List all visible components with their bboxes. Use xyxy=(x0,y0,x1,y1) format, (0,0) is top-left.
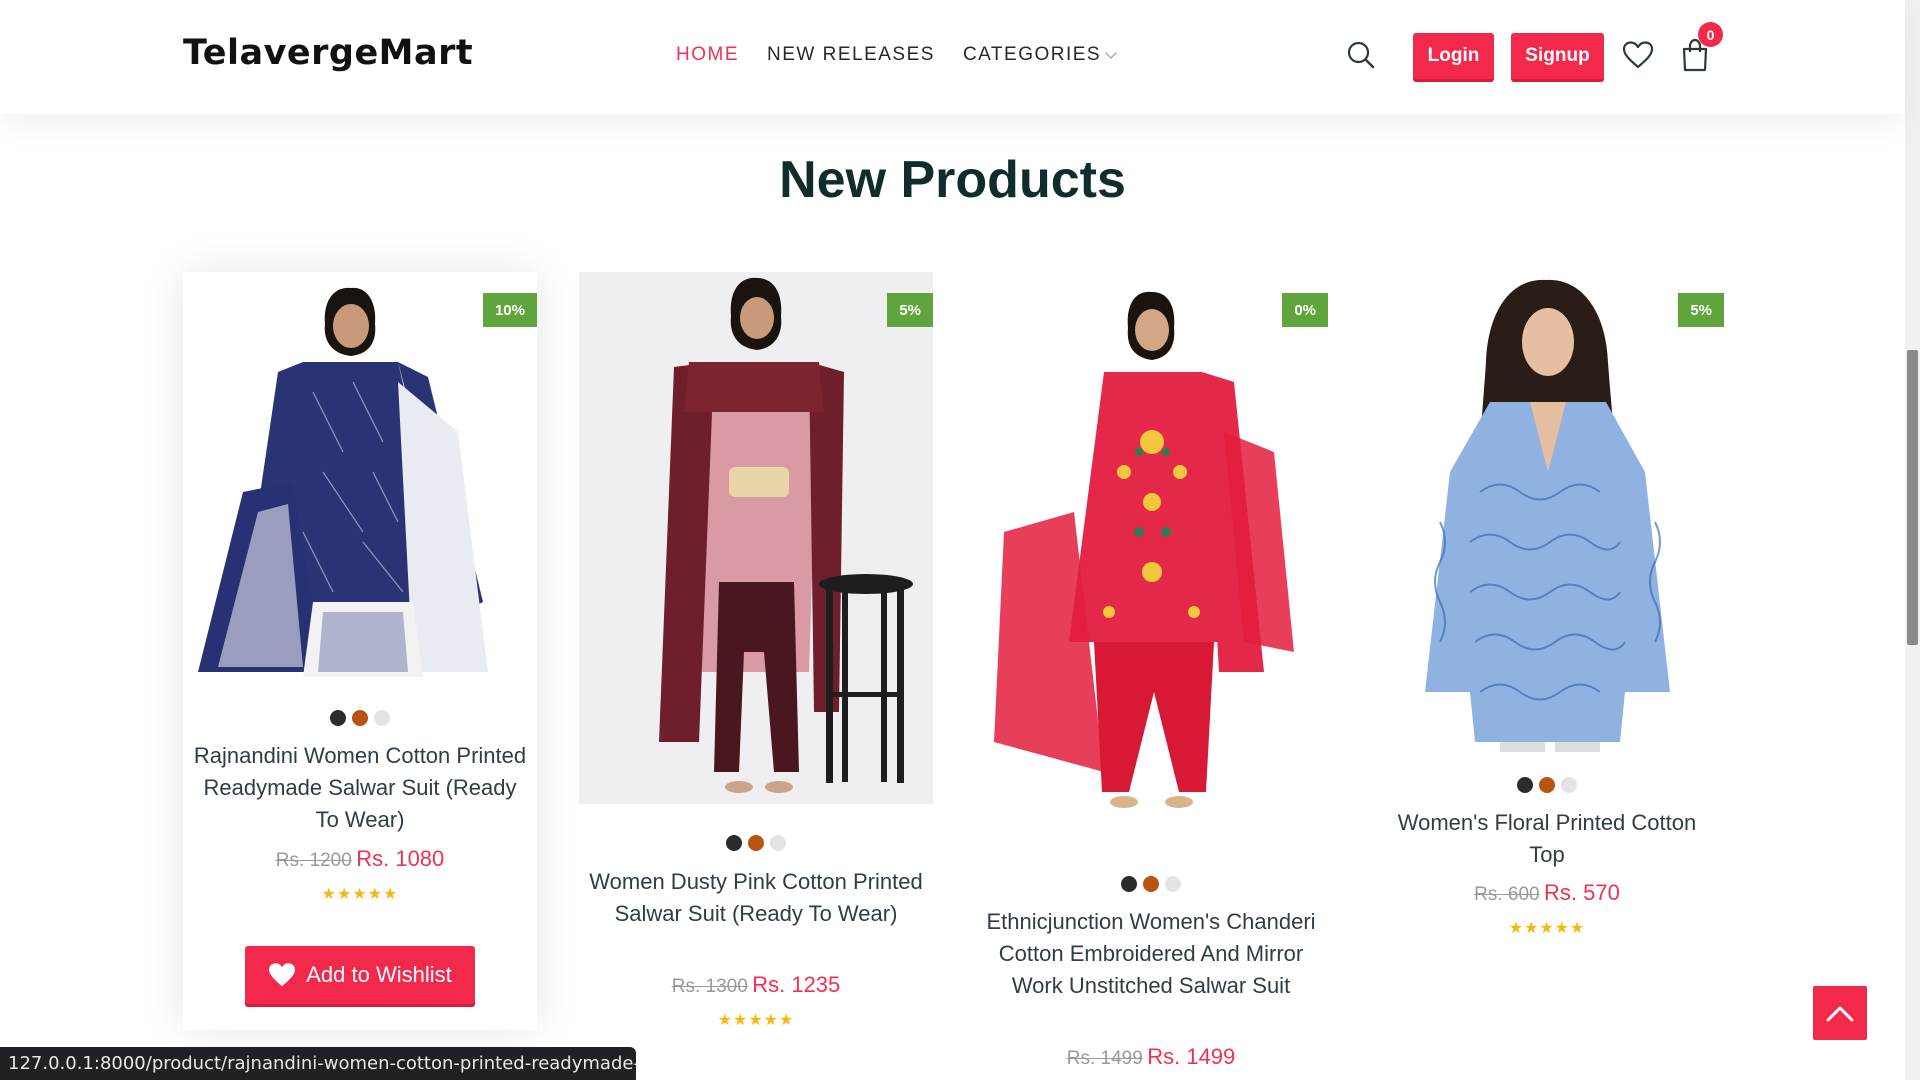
original-price: Rs. 1499 xyxy=(1066,1048,1143,1069)
browser-status-url: 127.0.0.1:8000/product/rajnandini-women-… xyxy=(0,1047,636,1080)
color-swatch-black[interactable] xyxy=(1517,777,1533,793)
chevron-up-icon xyxy=(1826,1006,1854,1022)
color-swatches xyxy=(183,710,537,726)
product-card[interactable]: 5% Women's Floral Printed Cotton Top Rs.… xyxy=(1370,272,1724,952)
sale-price: Rs. 1499 xyxy=(1147,1044,1236,1069)
login-button[interactable]: Login xyxy=(1413,33,1494,79)
product-price: Rs. 1200 Rs. 1080 xyxy=(183,846,537,872)
color-swatch-white[interactable] xyxy=(770,835,786,851)
sale-price: Rs. 1080 xyxy=(356,846,445,871)
rating-stars: ★★★★★ xyxy=(321,884,399,903)
color-swatch-black[interactable] xyxy=(1121,876,1137,892)
product-card[interactable]: 5% Women Dusty Pink Cotton Printed Salwa… xyxy=(579,272,933,1029)
main-nav: HOME NEW RELEASES CATEGORIES xyxy=(676,44,1143,66)
heart-icon xyxy=(269,963,296,987)
product-image[interactable]: 0% xyxy=(974,272,1328,832)
color-swatch-brown[interactable] xyxy=(1539,777,1555,793)
product-photo-navy-salwar-suit xyxy=(183,272,537,692)
nav-categories-label: CATEGORIES xyxy=(962,44,1102,65)
discount-badge: 5% xyxy=(1678,293,1724,327)
original-price: Rs. 600 xyxy=(1474,884,1540,905)
color-swatch-black[interactable] xyxy=(726,835,742,851)
product-name[interactable]: Rajnandini Women Cotton Printed Readymad… xyxy=(193,740,527,836)
color-swatches xyxy=(1370,777,1724,793)
product-card[interactable]: 0% Ethnicjunction Women's Chanderi Cotto… xyxy=(974,272,1328,1072)
back-to-top-button[interactable] xyxy=(1813,986,1867,1040)
product-photo-floral-top xyxy=(1370,272,1724,752)
rating-stars: ★★★★★ xyxy=(1508,918,1586,937)
original-price: Rs. 1200 xyxy=(275,850,352,871)
wishlist-heart-icon[interactable] xyxy=(1622,40,1654,70)
page-scrollbar-thumb[interactable] xyxy=(1907,350,1918,645)
section-title: New Products xyxy=(779,151,1126,209)
color-swatch-black[interactable] xyxy=(330,710,346,726)
color-swatches xyxy=(974,876,1328,892)
product-price: Rs. 1300 Rs. 1235 xyxy=(579,972,933,998)
cart-count-badge: 0 xyxy=(1698,22,1723,47)
add-to-wishlist-label: Add to Wishlist xyxy=(306,962,452,987)
product-name[interactable]: Women's Floral Printed Cotton Top xyxy=(1380,807,1714,871)
product-photo-red-embroidered-suit xyxy=(974,272,1328,832)
discount-badge: 0% xyxy=(1282,293,1328,327)
search-icon[interactable] xyxy=(1346,40,1376,70)
nav-home[interactable]: HOME xyxy=(676,44,739,66)
site-logo[interactable]: TelavergeMart xyxy=(183,33,473,73)
discount-badge: 5% xyxy=(887,293,933,327)
color-swatch-white[interactable] xyxy=(1165,876,1181,892)
chevron-down-icon xyxy=(1105,46,1117,59)
sale-price: Rs. 570 xyxy=(1544,880,1620,905)
nav-new-releases[interactable]: NEW RELEASES xyxy=(767,44,935,66)
color-swatch-brown[interactable] xyxy=(1143,876,1159,892)
product-price: Rs. 600 Rs. 570 xyxy=(1370,880,1724,906)
product-image[interactable]: 5% xyxy=(1370,272,1724,752)
product-card[interactable]: 10% Rajnandini Women Cotton Printed Read… xyxy=(183,272,537,1030)
discount-badge: 10% xyxy=(482,293,537,327)
site-header: TelavergeMart HOME NEW RELEASES CATEGORI… xyxy=(0,0,1905,114)
nav-categories[interactable]: CATEGORIES xyxy=(962,44,1117,66)
original-price: Rs. 1300 xyxy=(671,976,748,997)
product-price: Rs. 1499 Rs. 1499 xyxy=(974,1044,1328,1070)
rating-stars: ★★★★★ xyxy=(717,1010,795,1029)
product-image[interactable]: 10% xyxy=(183,272,537,692)
product-photo-dusty-pink-salwar-suit xyxy=(579,272,933,804)
signup-button[interactable]: Signup xyxy=(1511,33,1604,79)
add-to-wishlist-button[interactable]: Add to Wishlist xyxy=(245,946,475,1004)
color-swatch-brown[interactable] xyxy=(352,710,368,726)
sale-price: Rs. 1235 xyxy=(752,972,841,997)
product-image[interactable]: 5% xyxy=(579,272,933,804)
color-swatches xyxy=(579,835,933,851)
color-swatch-white[interactable] xyxy=(1561,777,1577,793)
product-name[interactable]: Ethnicjunction Women's Chanderi Cotton E… xyxy=(984,906,1318,1002)
color-swatch-brown[interactable] xyxy=(748,835,764,851)
color-swatch-white[interactable] xyxy=(374,710,390,726)
product-name[interactable]: Women Dusty Pink Cotton Printed Salwar S… xyxy=(589,866,923,930)
